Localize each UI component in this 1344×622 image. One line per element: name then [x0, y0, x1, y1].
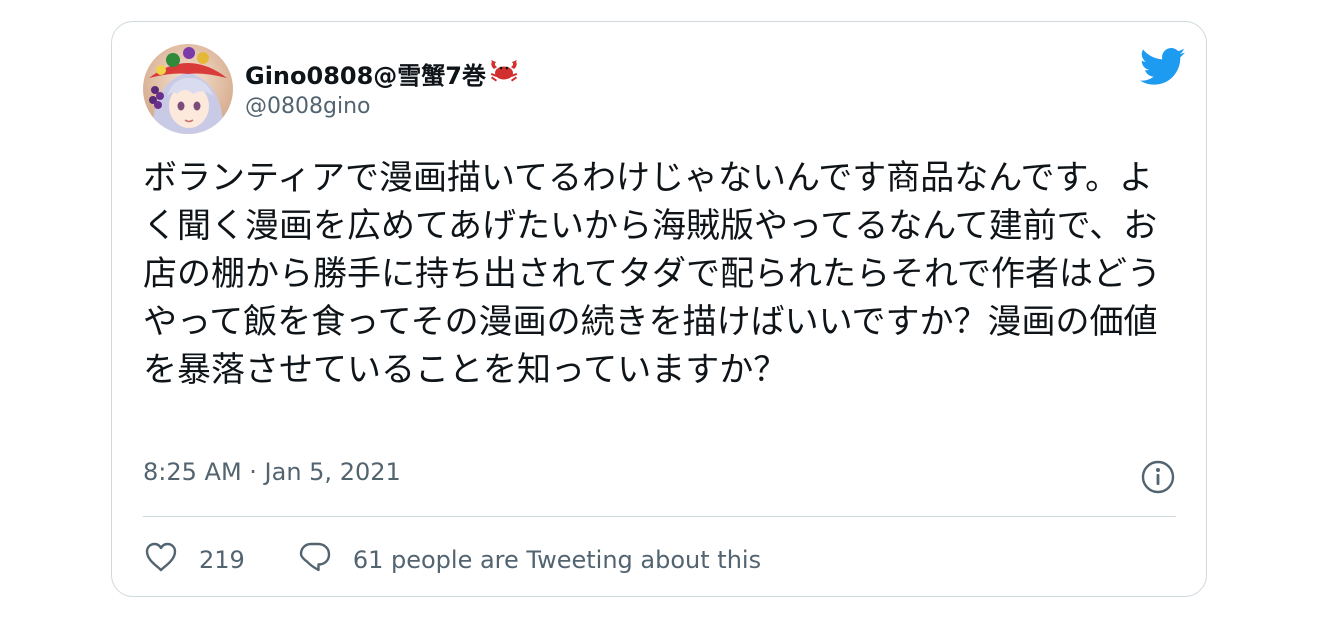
avatar[interactable]	[143, 44, 233, 134]
handle[interactable]: @0808gino	[245, 94, 370, 119]
divider	[143, 516, 1176, 517]
heart-outline-icon	[143, 539, 179, 581]
speech-bubble-icon	[297, 539, 333, 581]
conversation-link[interactable]: 61 people are Tweeting about this	[297, 539, 761, 581]
conversation-count-text: 61 people are Tweeting about this	[352, 546, 762, 574]
twitter-bird-icon[interactable]	[1139, 47, 1186, 87]
like-button[interactable]: 219	[143, 539, 245, 581]
tweet-text: ボランティアで漫画描いてるわけじゃないんです商品なんです。よく聞く漫画を広めてあ…	[143, 158, 1161, 390]
action-bar: 219 61 people are Tweeting about this	[143, 536, 761, 584]
tweet-card[interactable]: Gino0808@雪蟹7巻 @0808gino ボランティアで漫画描いてるわけじ…	[111, 21, 1207, 597]
info-circle-icon[interactable]	[1140, 459, 1176, 495]
crab-emoji-icon	[488, 57, 520, 89]
like-count: 219	[199, 546, 245, 574]
display-name[interactable]: Gino0808@雪蟹7巻	[245, 55, 520, 91]
timestamp-link[interactable]: 8:25 AM · Jan 5, 2021	[143, 458, 401, 486]
display-name-text: Gino0808@雪蟹7巻	[245, 61, 486, 90]
